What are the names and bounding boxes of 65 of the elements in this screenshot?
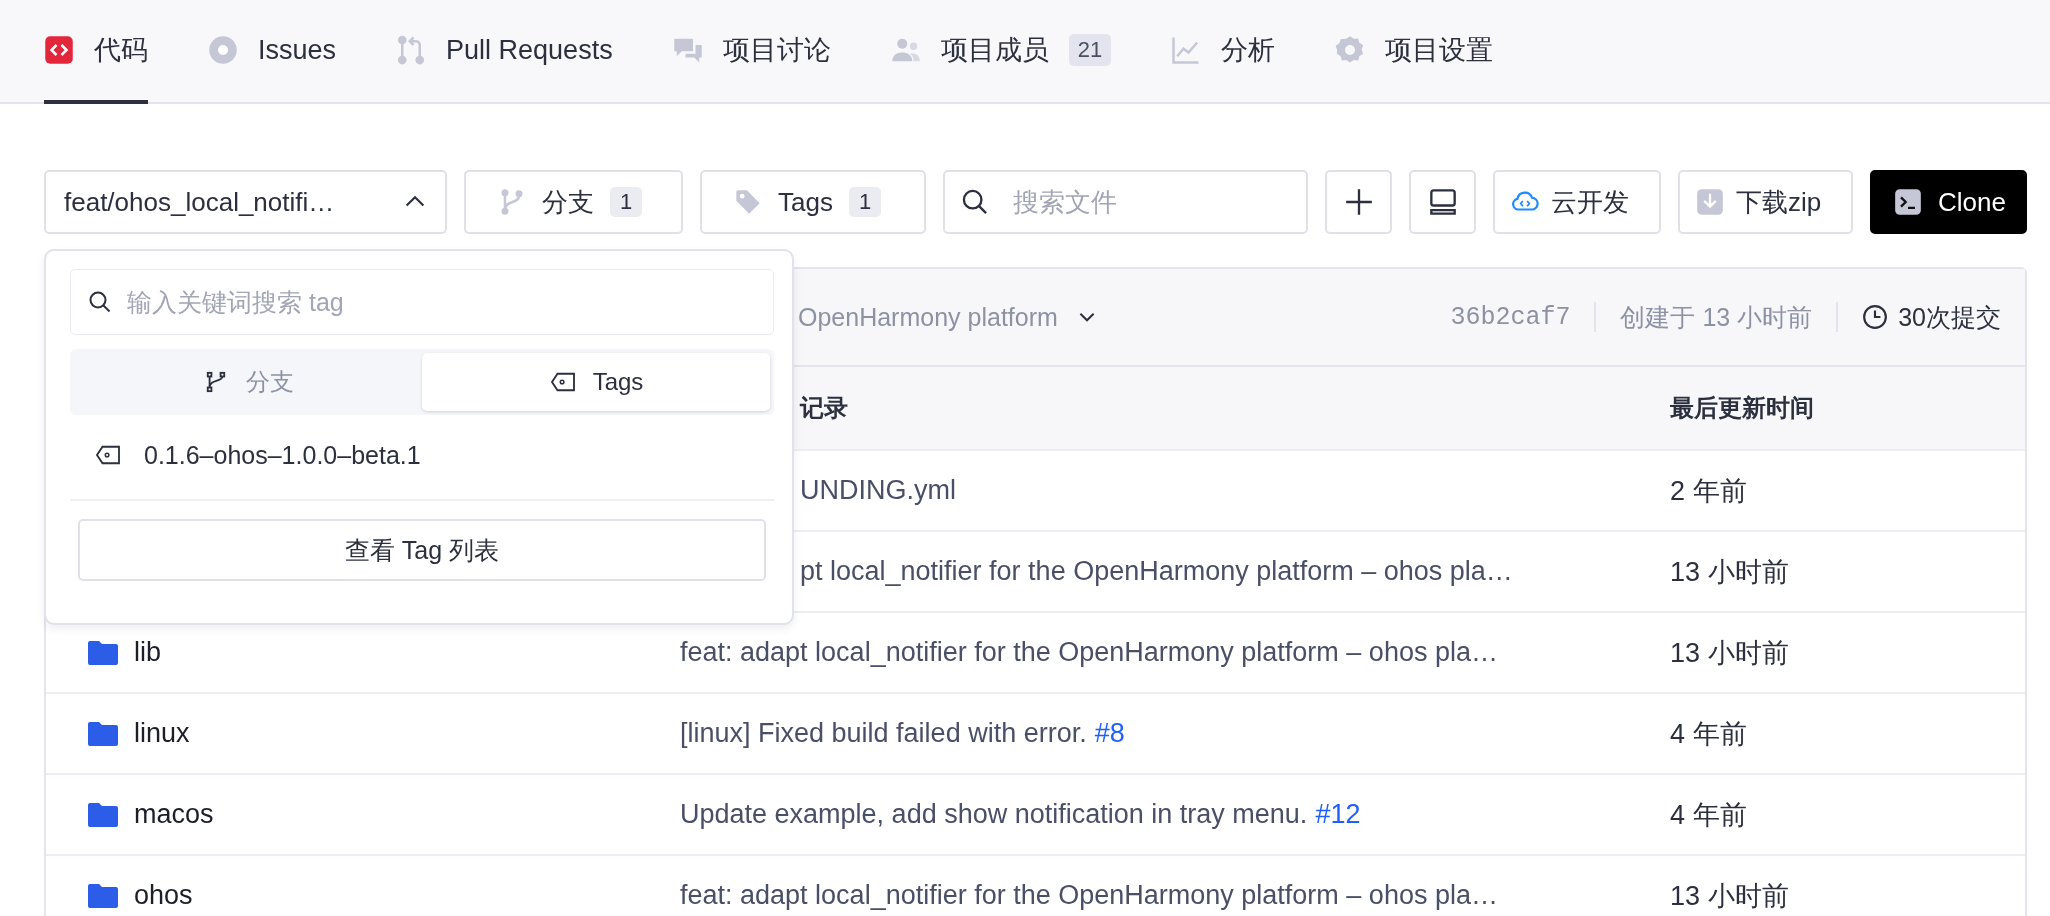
commit-message: [linux] Fixed build failed with error.	[680, 718, 1087, 748]
issue-icon	[208, 35, 238, 65]
count-badge: 1	[610, 187, 643, 217]
created-time: 创建于 13 小时前	[1620, 301, 1813, 333]
folder-icon	[88, 802, 118, 827]
nav-tab[interactable]: 项目成员 21	[890, 0, 1112, 104]
commit-count[interactable]: 30次提交	[1898, 300, 2001, 334]
folder-icon	[88, 721, 118, 746]
nav-tab[interactable]: Pull Requests	[396, 0, 613, 104]
file-name[interactable]: macos	[134, 799, 214, 830]
issue-link[interactable]: #8	[1094, 718, 1125, 748]
update-time: 4 年前	[1670, 718, 1747, 749]
commit-message: UNDING.yml	[800, 475, 956, 505]
nav-tab[interactable]: 代码	[44, 0, 148, 104]
search-icon	[88, 290, 112, 314]
tag-icon	[734, 188, 762, 216]
folder-icon	[88, 883, 118, 908]
nav-tab[interactable]: 分析	[1171, 0, 1276, 104]
update-time: 13 小时前	[1670, 637, 1789, 668]
tag-icon	[548, 371, 577, 393]
clone-button[interactable]: Clone	[1870, 170, 2027, 234]
commit-message: Update example, add show notification in tray menu.	[680, 799, 1308, 829]
plus-icon	[1344, 188, 1373, 216]
desktop-button[interactable]	[1409, 170, 1476, 234]
clock-icon	[1862, 304, 1889, 330]
update-time: 2 年前	[1670, 475, 1747, 506]
nav-tab[interactable]: 项目讨论	[672, 0, 831, 104]
column-header: 最后更新时间	[1670, 394, 1814, 421]
file-name[interactable]: linux	[134, 718, 190, 749]
search-field[interactable]: 搜索文件	[943, 170, 1308, 234]
folder-icon	[88, 640, 118, 665]
code-icon	[44, 35, 74, 65]
branches-button[interactable]: 分支 1	[464, 170, 683, 234]
tag-icon	[94, 444, 122, 466]
view-tags-button[interactable]: 查看 Tag 列表	[78, 519, 766, 581]
count-badge: 1	[848, 187, 882, 217]
branch-select[interactable]: feat/ohos_local_notifi…	[44, 170, 447, 234]
issue-link[interactable]: #12	[1315, 799, 1361, 829]
file-name[interactable]: ohos	[134, 880, 193, 911]
switcher-tab[interactable]: Tags	[422, 353, 770, 411]
tag-search-field[interactable]: 输入关键词搜索 tag	[70, 269, 774, 335]
pull-request-icon	[396, 35, 427, 65]
count-badge: 21	[1068, 34, 1112, 66]
update-time: 13 小时前	[1670, 880, 1789, 911]
nav-tab[interactable]: 项目设置	[1335, 0, 1494, 104]
file-name[interactable]: lib	[134, 637, 161, 668]
column-header: 记录	[800, 394, 848, 421]
settings-icon	[1335, 35, 1366, 65]
commit-message: feat: adapt local_notifier for the OpenHarmony platform – ohos pla…	[680, 880, 1498, 910]
tags-button[interactable]: Tags 1	[700, 170, 926, 234]
monitor-icon	[1428, 188, 1457, 216]
terminal-icon	[1894, 188, 1922, 216]
commit-message: pt local_notifier for the OpenHarmony platform – ohos pla…	[800, 556, 1513, 586]
cloud-dev-button[interactable]: 云开发	[1493, 170, 1661, 234]
add-button[interactable]	[1325, 170, 1392, 234]
search-icon	[961, 188, 989, 216]
tag-item[interactable]: 0.1.6–ohos–1.0.0–beta.1	[70, 415, 774, 495]
download-icon	[1696, 188, 1724, 216]
commit-message: OpenHarmony platform	[798, 302, 1058, 332]
commit-message: feat: adapt local_notifier for the OpenHarmony platform – ohos pla…	[680, 637, 1498, 667]
download-zip-button[interactable]: 下载zip	[1678, 170, 1853, 234]
update-time: 4 年前	[1670, 799, 1747, 830]
chart-icon	[1171, 35, 1202, 65]
update-time: 13 小时前	[1670, 556, 1789, 587]
nav-tab[interactable]: Issues	[208, 0, 337, 104]
